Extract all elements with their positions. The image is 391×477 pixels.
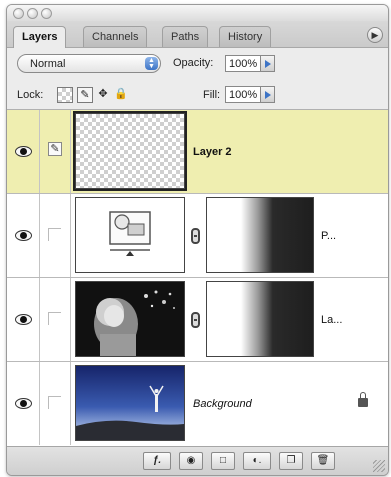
link-box: [48, 396, 61, 409]
tab-history[interactable]: History: [219, 26, 272, 47]
eye-icon[interactable]: [15, 146, 32, 157]
lock-icon: [358, 392, 368, 407]
tab-paths[interactable]: Paths: [162, 26, 209, 47]
blend-mode-select[interactable]: Normal ▲ ▼: [17, 54, 161, 73]
fill-field[interactable]: 100%: [225, 86, 261, 103]
tab-layers[interactable]: Layers: [13, 26, 67, 48]
visibility-column[interactable]: [7, 362, 40, 445]
lock-image-pixels-icon[interactable]: ✎: [77, 87, 93, 103]
layer-row-photo[interactable]: La...: [7, 278, 388, 362]
lock-position-icon[interactable]: ✥: [95, 87, 111, 103]
layer-name[interactable]: P...: [321, 230, 336, 242]
photo-sky-figure-icon: [76, 366, 184, 440]
layer-name[interactable]: La...: [321, 314, 342, 326]
lock-fill-row: Lock: ✎ ✥ 🔒 Fill: 100%: [7, 81, 388, 110]
fill-label: Fill:: [203, 89, 221, 101]
trash-icon[interactable]: 🗑: [311, 452, 335, 470]
layer-row-layer-2[interactable]: ✎ Layer 2: [7, 110, 388, 194]
opacity-slider-arrow-icon[interactable]: [261, 55, 275, 72]
layer-mask-icon[interactable]: ◉: [179, 452, 203, 470]
eye-icon[interactable]: [15, 314, 32, 325]
link-box: [48, 312, 61, 325]
close-window-button[interactable]: [13, 8, 24, 19]
panel-title-bar[interactable]: [7, 5, 388, 22]
mask-link-chain-icon[interactable]: [191, 312, 200, 328]
link-column[interactable]: [40, 362, 71, 445]
layers-panel: Layers Channels Paths History ▶ Normal ▲…: [6, 4, 389, 476]
blend-opacity-row: Normal ▲ ▼ Opacity: 100%: [7, 49, 388, 81]
blend-mode-value: Normal: [30, 58, 66, 70]
visibility-column[interactable]: [7, 110, 40, 193]
fill-slider-arrow-icon[interactable]: [261, 86, 275, 103]
layer-mask-thumbnail[interactable]: [206, 197, 314, 273]
link-box: [48, 228, 61, 241]
layer-set-icon[interactable]: □: [211, 452, 235, 470]
link-column[interactable]: ✎: [40, 110, 71, 193]
layer-row-adjustment[interactable]: P...: [7, 194, 388, 278]
visibility-column[interactable]: [7, 194, 40, 277]
tab-strip: Layers Channels Paths History ▶: [7, 21, 388, 48]
eye-icon[interactable]: [15, 230, 32, 241]
paintbrush-icon: ✎: [48, 142, 62, 156]
adjustment-layer-icon[interactable]: ◐.: [243, 452, 271, 470]
layer-thumbnail-photo[interactable]: [75, 281, 185, 357]
updown-stepper-icon[interactable]: ▲ ▼: [145, 57, 158, 70]
visibility-column[interactable]: [7, 278, 40, 361]
layer-thumbnail-adjustment[interactable]: [75, 197, 185, 273]
eye-icon[interactable]: [15, 398, 32, 409]
layer-thumbnail-background[interactable]: [75, 365, 185, 441]
photo-child-bubbles-icon: [76, 282, 184, 356]
tab-channels[interactable]: Channels: [83, 26, 148, 47]
layer-thumbnail-transparent[interactable]: [73, 111, 187, 191]
adjustment-icon: [109, 211, 151, 256]
layer-name[interactable]: Background: [193, 398, 252, 410]
new-layer-icon[interactable]: ❐: [279, 452, 303, 470]
mask-link-chain-icon[interactable]: [191, 228, 200, 244]
layer-style-icon[interactable]: ƒ.: [143, 452, 171, 470]
lock-all-icon[interactable]: 🔒: [113, 87, 129, 103]
panel-bottom-toolbar: ƒ. ◉ □ ◐. ❐ 🗑: [7, 446, 388, 475]
lock-label: Lock:: [17, 89, 44, 101]
zoom-window-button[interactable]: [41, 8, 52, 19]
resize-grip-icon[interactable]: [373, 460, 385, 472]
link-column[interactable]: [40, 194, 71, 277]
opacity-label: Opacity:: [173, 57, 214, 69]
minimize-window-button[interactable]: [27, 8, 38, 19]
layer-name[interactable]: Layer 2: [193, 146, 232, 158]
panel-menu-arrow-icon[interactable]: ▶: [367, 27, 383, 43]
layers-list: ✎ Layer 2 P... La... Background: [7, 110, 388, 446]
layer-mask-thumbnail[interactable]: [206, 281, 314, 357]
link-column[interactable]: [40, 278, 71, 361]
layer-row-background[interactable]: Background: [7, 362, 388, 445]
lock-transparent-pixels-icon[interactable]: [57, 87, 73, 103]
opacity-field[interactable]: 100%: [225, 55, 261, 72]
